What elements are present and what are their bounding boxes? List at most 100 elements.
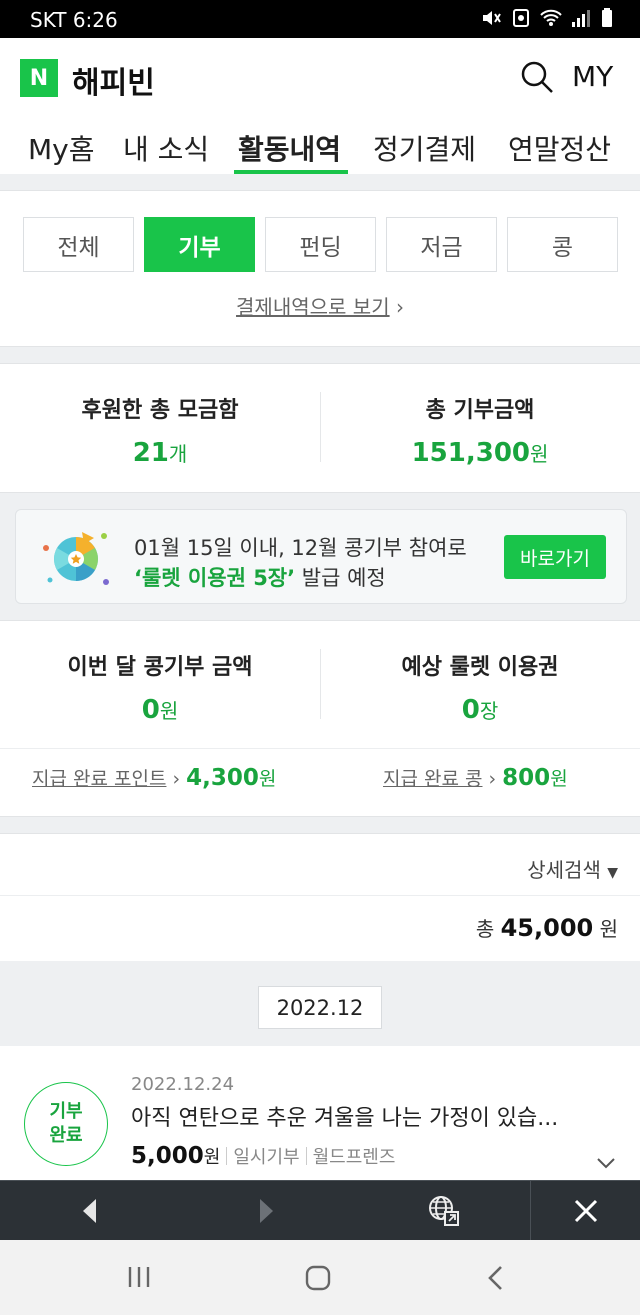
active-tab-indicator bbox=[234, 170, 348, 174]
roulette-unit: 장 bbox=[479, 699, 499, 723]
caret-down-icon: ▼ bbox=[607, 865, 618, 881]
badge-line2: 완료 bbox=[49, 1125, 83, 1146]
payment-history-label[interactable]: 결제내역으로 보기 bbox=[236, 295, 390, 319]
paid-points-label[interactable]: 지급 완료 포인트 bbox=[32, 768, 166, 790]
status-bar: SKT 6:26 bbox=[0, 0, 640, 38]
system-navigation-bar bbox=[0, 1240, 640, 1315]
kong-donation-section: 이번 달 콩기부 금액 0원 예상 룰렛 이용권 0장 지급 완료 포인트 › … bbox=[0, 620, 640, 817]
triangle-right-icon bbox=[260, 1199, 273, 1223]
mute-icon bbox=[483, 11, 501, 25]
roulette-wheel-icon bbox=[43, 532, 109, 585]
total-donation-value: 151,300 bbox=[411, 438, 530, 468]
item-title[interactable]: 아직 연탄으로 추운 겨울을 나는 가정이 있습... bbox=[131, 1100, 558, 1132]
status-badge: 기부 완료 bbox=[24, 1082, 108, 1166]
item-amount: 5,000 bbox=[131, 1143, 204, 1169]
divider bbox=[0, 895, 640, 896]
tab-my-news[interactable]: 내 소식 bbox=[123, 128, 209, 168]
roulette-value: 0 bbox=[461, 695, 480, 725]
close-icon bbox=[574, 1199, 597, 1223]
open-in-browser-button[interactable] bbox=[356, 1181, 531, 1241]
list-item[interactable]: 기부 완료 2022.12.24 아직 연탄으로 추운 겨울을 나는 가정이 있… bbox=[0, 1046, 640, 1180]
total-donation-unit: 원 bbox=[530, 442, 549, 466]
battery-icon bbox=[602, 8, 612, 27]
total-prefix: 총 bbox=[475, 917, 495, 941]
signal-icon bbox=[572, 10, 590, 27]
paid-kong-label[interactable]: 지급 완료 콩 bbox=[383, 768, 482, 790]
banner-line2: ‘룰렛 이용권 5장’ 발급 예정 bbox=[134, 562, 386, 592]
total-funds-unit: 개 bbox=[168, 442, 188, 466]
recent-apps-icon[interactable] bbox=[126, 1264, 152, 1290]
total-funds-stat: 후원한 총 모금함 21개 bbox=[0, 392, 320, 468]
paid-points[interactable]: 지급 완료 포인트 › 4,300원 bbox=[32, 764, 276, 791]
total-donation-stat: 총 기부금액 151,300원 bbox=[320, 392, 640, 468]
home-icon[interactable] bbox=[304, 1264, 332, 1292]
paid-kong-value: 800 bbox=[502, 765, 551, 791]
item-type: 일시기부 bbox=[233, 1147, 300, 1168]
badge-line1: 기부 bbox=[49, 1101, 83, 1122]
month-kong-stat: 이번 달 콩기부 금액 0원 bbox=[0, 649, 320, 725]
paid-points-value: 4,300 bbox=[186, 765, 259, 791]
triangle-left-icon bbox=[83, 1199, 96, 1223]
tab-regular-payment[interactable]: 정기결제 bbox=[373, 128, 476, 168]
detail-search-button[interactable]: 상세검색 ▼ bbox=[527, 854, 618, 883]
banner-line1: 01월 15일 이내, 12월 콩기부 참여로 bbox=[134, 536, 467, 560]
total-funds-value: 21 bbox=[132, 438, 169, 468]
chevron-right-icon: › bbox=[395, 295, 404, 319]
detail-search-label[interactable]: 상세검색 bbox=[527, 858, 601, 882]
go-button[interactable]: 바로가기 bbox=[504, 535, 606, 579]
total-value: 45,000 bbox=[500, 914, 594, 942]
month-label: 2022.12 bbox=[258, 986, 382, 1029]
month-kong-unit: 원 bbox=[159, 699, 179, 723]
back-button[interactable] bbox=[0, 1181, 178, 1241]
total-funds-label: 후원한 총 모금함 bbox=[81, 398, 239, 423]
roulette-banner[interactable]: 01월 15일 이내, 12월 콩기부 참여로 ‘룰렛 이용권 5장’ 발급 예… bbox=[15, 509, 627, 604]
paid-kong[interactable]: 지급 완료 콩 › 800원 bbox=[383, 764, 568, 791]
item-org: 월드프렌즈 bbox=[312, 1147, 396, 1168]
forward-button[interactable] bbox=[178, 1181, 356, 1241]
payment-history-link[interactable]: 결제내역으로 보기 › bbox=[0, 291, 640, 320]
app-header: N 해피빈 MY bbox=[0, 38, 640, 118]
month-kong-label: 이번 달 콩기부 금액 bbox=[67, 655, 253, 680]
filter-kong[interactable]: 콩 bbox=[507, 217, 618, 272]
history-list-header: 상세검색 ▼ 총 45,000 원 bbox=[0, 833, 640, 961]
roulette-label: 예상 룰렛 이용권 bbox=[401, 655, 559, 680]
filter-savings[interactable]: 저금 bbox=[386, 217, 497, 272]
brand-title[interactable]: 해피빈 bbox=[72, 58, 155, 102]
system-back-icon[interactable] bbox=[486, 1264, 506, 1292]
my-button[interactable]: MY bbox=[572, 60, 613, 93]
chevron-right-icon: › bbox=[482, 768, 503, 790]
donation-stats: 후원한 총 모금함 21개 총 기부금액 151,300원 bbox=[0, 363, 640, 493]
main-tabs: My홈 내 소식 활동내역 정기결제 연말정산 bbox=[0, 118, 640, 174]
recycle-icon bbox=[513, 9, 529, 27]
total-donation-label: 총 기부금액 bbox=[425, 398, 535, 423]
roulette-stat: 예상 룰렛 이용권 0장 bbox=[320, 649, 640, 725]
item-amount-unit: 원 bbox=[203, 1147, 221, 1168]
banner-rest: 발급 예정 bbox=[295, 566, 386, 590]
filter-donation[interactable]: 기부 bbox=[144, 217, 255, 272]
chevron-right-icon: › bbox=[166, 768, 187, 790]
filter-all[interactable]: 전체 bbox=[23, 217, 134, 272]
paid-kong-unit: 원 bbox=[550, 768, 568, 790]
banner-highlight: ‘룰렛 이용권 5장’ bbox=[134, 566, 296, 590]
divider bbox=[0, 748, 640, 749]
status-icons bbox=[480, 8, 614, 28]
browser-toolbar bbox=[0, 1180, 640, 1241]
total-unit: 원 bbox=[599, 917, 618, 941]
tab-activity[interactable]: 활동내역 bbox=[238, 128, 341, 168]
item-date: 2022.12.24 bbox=[131, 1074, 235, 1095]
status-time: SKT 6:26 bbox=[30, 8, 118, 32]
total-amount: 총 45,000 원 bbox=[476, 913, 618, 942]
tab-my-home[interactable]: My홈 bbox=[28, 128, 95, 168]
item-meta: 5,000원 일시기부 월드프렌즈 bbox=[131, 1143, 395, 1169]
wifi-icon bbox=[540, 9, 562, 26]
filter-section: 전체 기부 펀딩 저금 콩 결제내역으로 보기 › bbox=[0, 190, 640, 347]
close-button[interactable] bbox=[531, 1181, 640, 1241]
chevron-down-icon[interactable] bbox=[596, 1156, 616, 1170]
naver-logo[interactable]: N bbox=[20, 59, 58, 97]
month-kong-value: 0 bbox=[141, 695, 160, 725]
tab-year-end-settlement[interactable]: 연말정산 bbox=[508, 128, 611, 168]
globe-icon bbox=[428, 1196, 459, 1226]
paid-points-unit: 원 bbox=[258, 768, 277, 790]
filter-funding[interactable]: 펀딩 bbox=[265, 217, 376, 272]
search-icon[interactable] bbox=[520, 60, 554, 94]
